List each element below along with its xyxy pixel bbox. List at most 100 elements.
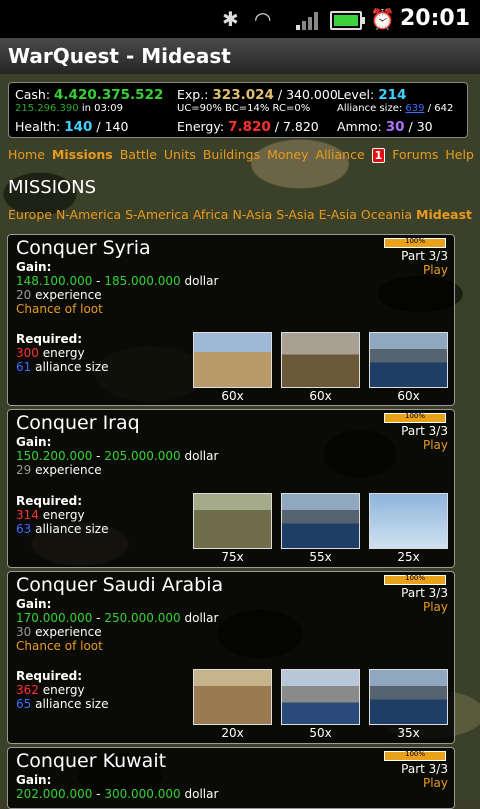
nav-help[interactable]: Help <box>445 147 474 162</box>
region-oceania[interactable]: Oceania <box>361 207 412 222</box>
required-alliance: 61 alliance size <box>16 360 109 374</box>
loot-chance: Chance of loot <box>16 302 103 316</box>
mission-title: Conquer Syria <box>16 237 151 259</box>
region-europe[interactable]: Europe <box>8 207 52 222</box>
unit-item: 50x <box>281 669 360 740</box>
required-label: Required: <box>16 669 83 683</box>
app-title: WarQuest - Mideast <box>8 44 231 68</box>
unit-item: 55x <box>281 493 360 564</box>
alliance-notification-badge[interactable]: 1 <box>371 148 386 163</box>
main-nav: Home Missions Battle Units Buildings Mon… <box>8 147 477 163</box>
gain-label: Gain: <box>16 435 52 449</box>
mission-part: Part 3/3 <box>401 586 448 600</box>
tank-icon <box>193 493 272 549</box>
required-label: Required: <box>16 332 83 346</box>
required-label: Required: <box>16 494 83 508</box>
required-energy: 300 energy <box>16 346 85 360</box>
exp-stat: Exp.: 323.024 / 340.000 <box>177 87 338 103</box>
mission-part: Part 3/3 <box>401 762 448 776</box>
player-stats-panel: Cash: 4.420.375.522 215.296.390 in 03:09… <box>8 82 468 138</box>
unit-item: 20x <box>193 669 272 740</box>
unit-item: 60x <box>369 332 448 403</box>
unit-item: 60x <box>193 332 272 403</box>
required-alliance: 65 alliance size <box>16 697 109 711</box>
artillery-icon <box>281 332 360 388</box>
nav-battle[interactable]: Battle <box>120 147 157 162</box>
required-units: 60x 60x 60x <box>193 332 448 403</box>
mission-part: Part 3/3 <box>401 424 448 438</box>
required-alliance: 63 alliance size <box>16 522 109 536</box>
mission-title: Conquer Iraq <box>16 412 140 434</box>
required-energy: 314 energy <box>16 508 85 522</box>
status-bar: ✱ ◠ ⏰ 20:01 <box>0 0 480 38</box>
mission-progress-bar: 100% <box>384 574 446 585</box>
unit-item: 60x <box>281 332 360 403</box>
loot-chance: Chance of loot <box>16 639 103 653</box>
mission-title: Conquer Saudi Arabia <box>16 574 224 596</box>
mission-part: Part 3/3 <box>401 249 448 263</box>
gain-amount: 170.000.000 - 250.000.000 dollar <box>16 611 219 625</box>
cash-stat: Cash: 4.420.375.522 <box>15 87 164 103</box>
mission-progress-bar: 100% <box>384 412 446 423</box>
gain-amount: 148.100.000 - 185.000.000 dollar <box>16 274 219 288</box>
required-energy: 362 energy <box>16 683 85 697</box>
gain-label: Gain: <box>16 773 52 787</box>
gain-experience: 29 experience <box>16 463 102 477</box>
region-tabs: Europe N-America S-America Africa N-Asia… <box>8 207 472 222</box>
required-units: 75x 55x 25x <box>193 493 448 564</box>
unit-item: 75x <box>193 493 272 564</box>
region-e-asia[interactable]: E-Asia <box>319 207 357 222</box>
region-mideast[interactable]: Mideast <box>416 207 472 222</box>
nav-units[interactable]: Units <box>164 147 196 162</box>
mission-card: Conquer Iraq 100% Part 3/3 Play Gain: 15… <box>7 409 455 568</box>
page-title: MISSIONS <box>8 177 97 198</box>
nav-alliance[interactable]: Alliance <box>316 147 365 162</box>
aircraft-carrier-icon <box>281 669 360 725</box>
clock: 20:01 <box>399 6 470 31</box>
unit-item: 25x <box>369 493 448 564</box>
bomber-icon <box>369 493 448 549</box>
signal-icon <box>296 10 322 30</box>
region-n-america[interactable]: N-America <box>56 207 121 222</box>
gain-experience: 20 experience <box>16 288 102 302</box>
nav-money[interactable]: Money <box>267 147 308 162</box>
required-units: 20x 50x 35x <box>193 669 448 740</box>
play-button[interactable]: Play <box>423 600 448 614</box>
region-n-asia[interactable]: N-Asia <box>232 207 272 222</box>
warship-icon <box>281 493 360 549</box>
gain-experience: 30 experience <box>16 625 102 639</box>
gain-amount: 150.200.000 - 205.000.000 dollar <box>16 449 219 463</box>
wrecked-vehicle-icon <box>193 669 272 725</box>
warship-icon <box>369 669 448 725</box>
play-button[interactable]: Play <box>423 263 448 277</box>
gain-label: Gain: <box>16 260 52 274</box>
energy-stat: Energy: 7.820 / 7.820 <box>177 119 319 135</box>
mission-progress-bar: 100% <box>384 237 446 248</box>
upgrade-rates: UC=90% BC=14% RC=0% <box>177 103 311 114</box>
mission-card: Conquer Saudi Arabia 100% Part 3/3 Play … <box>7 571 455 744</box>
gain-amount: 202.000.000 - 300.000.000 dollar <box>16 787 219 801</box>
warship-icon <box>369 332 448 388</box>
alliance-link[interactable]: 639 <box>405 103 424 114</box>
cash-income: 215.296.390 in 03:09 <box>15 103 123 114</box>
bluetooth-icon: ✱ <box>222 7 239 31</box>
mission-progress-bar: 100% <box>384 750 446 761</box>
health-stat: Health: 140 / 140 <box>15 119 129 135</box>
region-s-america[interactable]: S-America <box>125 207 189 222</box>
mission-card: Conquer Syria 100% Part 3/3 Play Gain: 1… <box>7 234 455 406</box>
nav-forums[interactable]: Forums <box>392 147 438 162</box>
nav-home[interactable]: Home <box>8 147 45 162</box>
nav-buildings[interactable]: Buildings <box>203 147 260 162</box>
play-button[interactable]: Play <box>423 438 448 452</box>
unit-item: 35x <box>369 669 448 740</box>
alliance-stat: Alliance size: 639 / 642 <box>337 103 454 114</box>
alarm-icon: ⏰ <box>370 7 395 31</box>
nav-missions[interactable]: Missions <box>52 147 113 162</box>
soldier-icon <box>193 332 272 388</box>
region-s-asia[interactable]: S-Asia <box>276 207 314 222</box>
ammo-stat: Ammo: 30 / 30 <box>337 119 433 135</box>
play-button[interactable]: Play <box>423 776 448 790</box>
title-bar: WarQuest - Mideast <box>0 38 480 75</box>
level-stat: Level: 214 <box>337 87 407 103</box>
region-africa[interactable]: Africa <box>193 207 229 222</box>
